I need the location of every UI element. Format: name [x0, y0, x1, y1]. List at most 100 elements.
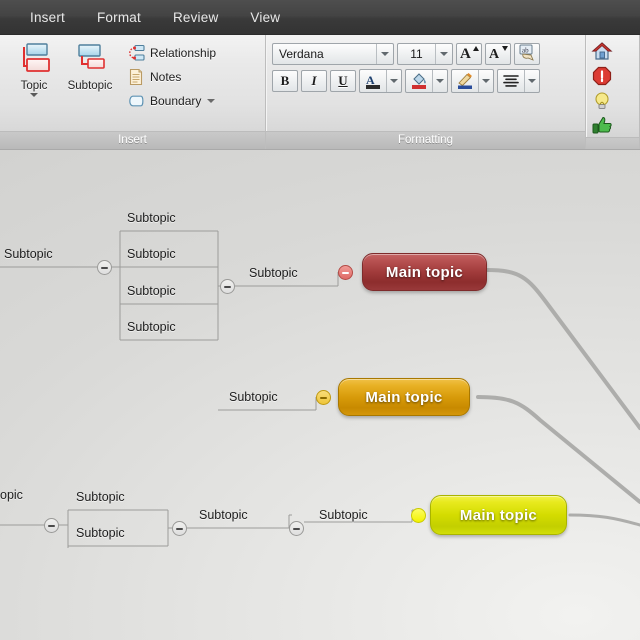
markers-group-title — [586, 137, 639, 149]
notes-icon — [127, 68, 145, 86]
line-color-icon — [452, 70, 479, 92]
collapse-toggle[interactable] — [97, 260, 112, 275]
mindmap-canvas[interactable]: Subtopic Subtopic Subtopic Subtopic Subt… — [0, 150, 640, 640]
grow-font-button[interactable]: A — [456, 43, 482, 65]
fill-color-icon — [406, 70, 433, 92]
topic-button-label: Topic — [20, 80, 48, 92]
svg-text:ab: ab — [522, 46, 529, 54]
thumbs-up-icon[interactable] — [591, 115, 613, 137]
underline-button[interactable]: U — [330, 70, 356, 92]
bold-icon: B — [280, 73, 290, 88]
main-topic-node[interactable]: Main topic — [362, 253, 487, 291]
font-name-combobox[interactable]: Verdana — [272, 43, 394, 65]
markers-group-body — [586, 35, 639, 137]
tab-review[interactable]: Review — [157, 6, 234, 29]
boundary-button[interactable]: Boundary — [124, 89, 219, 113]
collapse-toggle[interactable] — [172, 521, 187, 536]
main-topic-node[interactable]: Main topic — [430, 495, 567, 535]
topic-icon — [15, 42, 53, 76]
insert-group-body: Topic Subtopic Relationship Notes Bounda… — [0, 35, 265, 131]
ribbon-group-insert: Topic Subtopic Relationship Notes Bounda… — [0, 35, 266, 149]
list-item[interactable]: Subtopic — [4, 247, 53, 261]
list-item[interactable]: Subtopic — [127, 211, 176, 225]
stop-sign-icon[interactable] — [591, 65, 613, 87]
formatting-row-2: B I U A — [272, 69, 540, 93]
insert-group-title: Insert — [0, 131, 265, 149]
relationship-button-label: Relationship — [150, 46, 217, 60]
shrink-font-icon: A — [488, 43, 508, 66]
format-painter-button[interactable]: ab — [514, 43, 540, 65]
lightbulb-icon[interactable] — [591, 90, 613, 112]
svg-text:A: A — [460, 46, 471, 61]
collapse-toggle[interactable] — [338, 265, 353, 280]
list-item[interactable]: Subtopic — [127, 284, 176, 298]
collapse-toggle[interactable] — [289, 521, 304, 536]
align-button[interactable] — [497, 69, 540, 93]
chevron-down-icon[interactable] — [525, 70, 539, 92]
list-item[interactable]: Subtopic — [199, 508, 248, 522]
tab-insert[interactable]: Insert — [14, 6, 81, 29]
chevron-down-icon[interactable] — [387, 70, 401, 92]
font-size-combobox[interactable]: 11 — [397, 43, 453, 65]
main-topic-node[interactable]: Main topic — [338, 378, 470, 416]
menu-bar: Insert Format Review View — [0, 0, 640, 35]
tab-view[interactable]: View — [234, 6, 296, 29]
collapse-toggle[interactable] — [220, 279, 235, 294]
ribbon-tab-strip: Insert Format Review View — [0, 0, 640, 35]
svg-text:A: A — [489, 47, 500, 61]
chevron-down-icon[interactable] — [479, 70, 493, 92]
chevron-down-icon[interactable] — [207, 99, 216, 103]
font-color-icon: A — [360, 70, 387, 92]
formatting-rows: Verdana 11 A A ab B I U A — [272, 39, 540, 93]
chevron-down-icon[interactable] — [30, 93, 38, 97]
italic-button[interactable]: I — [301, 70, 327, 92]
tab-format[interactable]: Format — [81, 6, 157, 29]
formatting-group-body: Verdana 11 A A ab B I U A — [266, 35, 585, 131]
home-icon[interactable] — [591, 40, 613, 62]
chevron-down-icon[interactable] — [376, 44, 393, 64]
relationship-icon — [127, 44, 145, 62]
format-painter-icon: ab — [517, 43, 537, 66]
boundary-icon — [127, 92, 145, 110]
application-window: Insert Format Review View Topic Subtopic… — [0, 0, 640, 640]
list-item[interactable]: Subtopic — [127, 247, 176, 261]
formatting-row-1: Verdana 11 A A ab — [272, 43, 540, 65]
align-center-icon — [498, 70, 525, 92]
notes-button[interactable]: Notes — [124, 65, 219, 89]
collapse-toggle[interactable] — [316, 390, 331, 405]
main-topic-label: Main topic — [459, 506, 538, 524]
underline-icon: U — [338, 73, 348, 88]
list-item[interactable]: Subtopic — [127, 320, 176, 334]
relationship-button[interactable]: Relationship — [124, 41, 219, 65]
fill-color-button[interactable] — [405, 69, 448, 93]
ribbon: Topic Subtopic Relationship Notes Bounda… — [0, 35, 640, 150]
bold-button[interactable]: B — [272, 70, 298, 92]
ribbon-group-markers — [586, 35, 640, 149]
insert-small-button-column: Relationship Notes Boundary — [118, 39, 219, 113]
font-name-value: Verdana — [279, 47, 324, 61]
italic-icon: I — [311, 73, 317, 88]
list-item[interactable]: opic — [0, 488, 23, 502]
line-color-button[interactable] — [451, 69, 494, 93]
font-color-button[interactable]: A — [359, 69, 402, 93]
topic-button[interactable]: Topic — [6, 39, 62, 97]
chevron-down-icon[interactable] — [433, 70, 447, 92]
list-item[interactable]: Subtopic — [249, 266, 298, 280]
list-item[interactable]: Subtopic — [229, 390, 278, 404]
subtopic-button-label: Subtopic — [67, 80, 113, 92]
svg-text:A: A — [366, 73, 375, 87]
list-item[interactable]: Subtopic — [76, 490, 125, 504]
expand-toggle[interactable] — [411, 508, 426, 523]
collapse-toggle[interactable] — [44, 518, 59, 533]
grow-font-icon: A — [459, 43, 479, 66]
chevron-down-icon[interactable] — [435, 44, 452, 64]
ribbon-group-formatting: Verdana 11 A A ab B I U A Formatting — [266, 35, 586, 149]
subtopic-icon — [71, 42, 109, 76]
formatting-group-title: Formatting — [266, 131, 585, 149]
main-topic-label: Main topic — [365, 388, 443, 406]
boundary-button-label: Boundary — [150, 94, 202, 108]
list-item[interactable]: Subtopic — [319, 508, 368, 522]
list-item[interactable]: Subtopic — [76, 526, 125, 540]
shrink-font-button[interactable]: A — [485, 43, 511, 65]
subtopic-button[interactable]: Subtopic — [62, 39, 118, 92]
